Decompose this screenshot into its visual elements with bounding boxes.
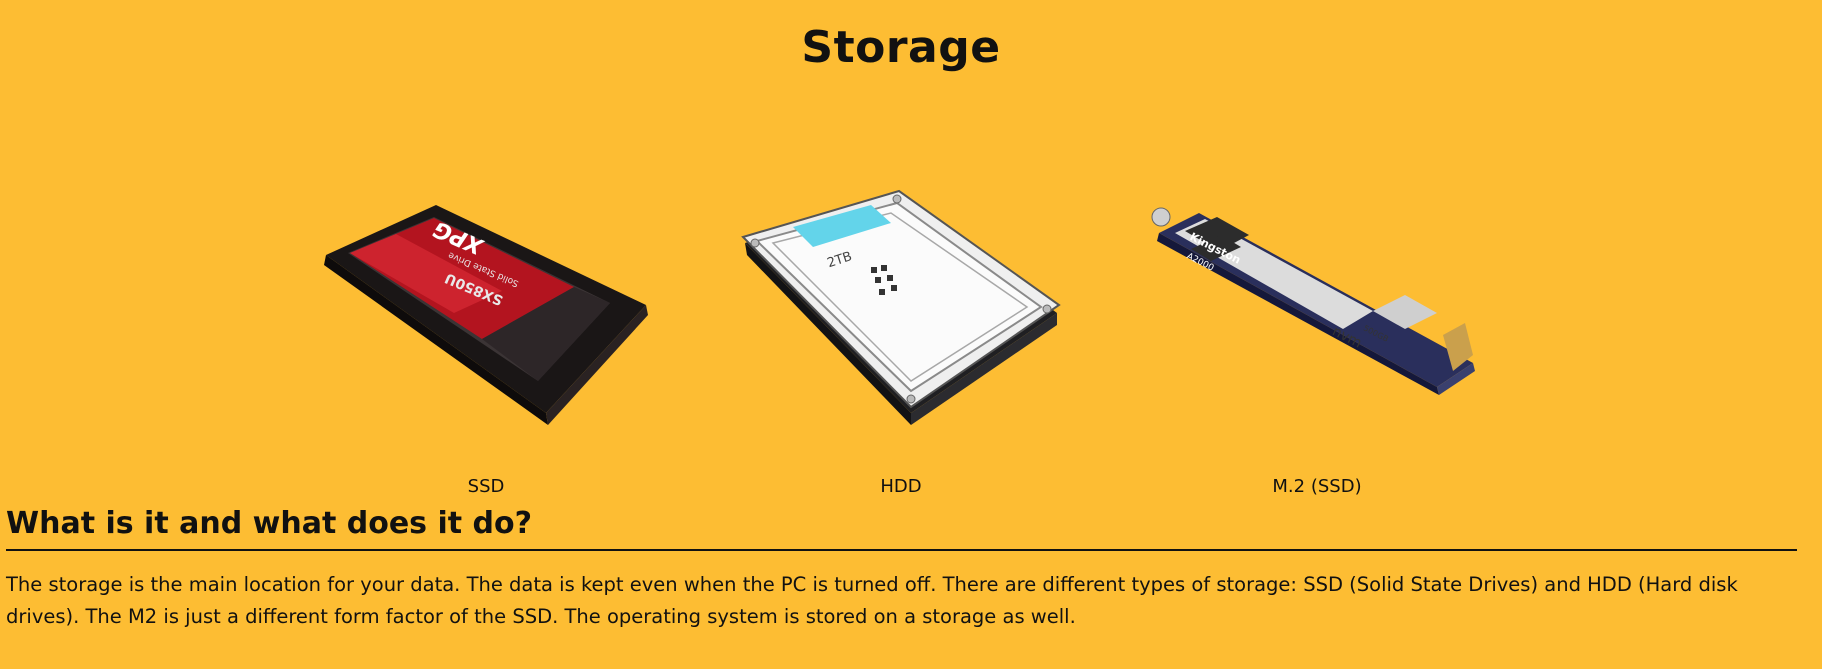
m2-ssd-figure: Kingston A2000 500GB nvm M.2 (SSD) xyxy=(1137,185,1497,505)
m2-ssd-image: Kingston A2000 500GB nvm xyxy=(1151,207,1475,395)
hdd-caption: HDD xyxy=(880,476,922,497)
page-title: Storage xyxy=(801,22,1001,73)
m2-ssd-caption: M.2 (SSD) xyxy=(1272,476,1362,497)
ssd-image: SX850U Solid State Drive XPG xyxy=(324,205,648,425)
hdd-image: 2TB xyxy=(741,189,1061,425)
section-heading: What is it and what does it do? xyxy=(6,506,533,541)
hdd-figure: 2TB HDD xyxy=(721,185,1081,505)
section-body-text: The storage is the main location for you… xyxy=(6,573,1738,628)
section-divider xyxy=(6,549,1797,551)
ssd-caption: SSD xyxy=(467,476,505,497)
ssd-figure: SX850U Solid State Drive XPG SSD xyxy=(306,185,666,505)
